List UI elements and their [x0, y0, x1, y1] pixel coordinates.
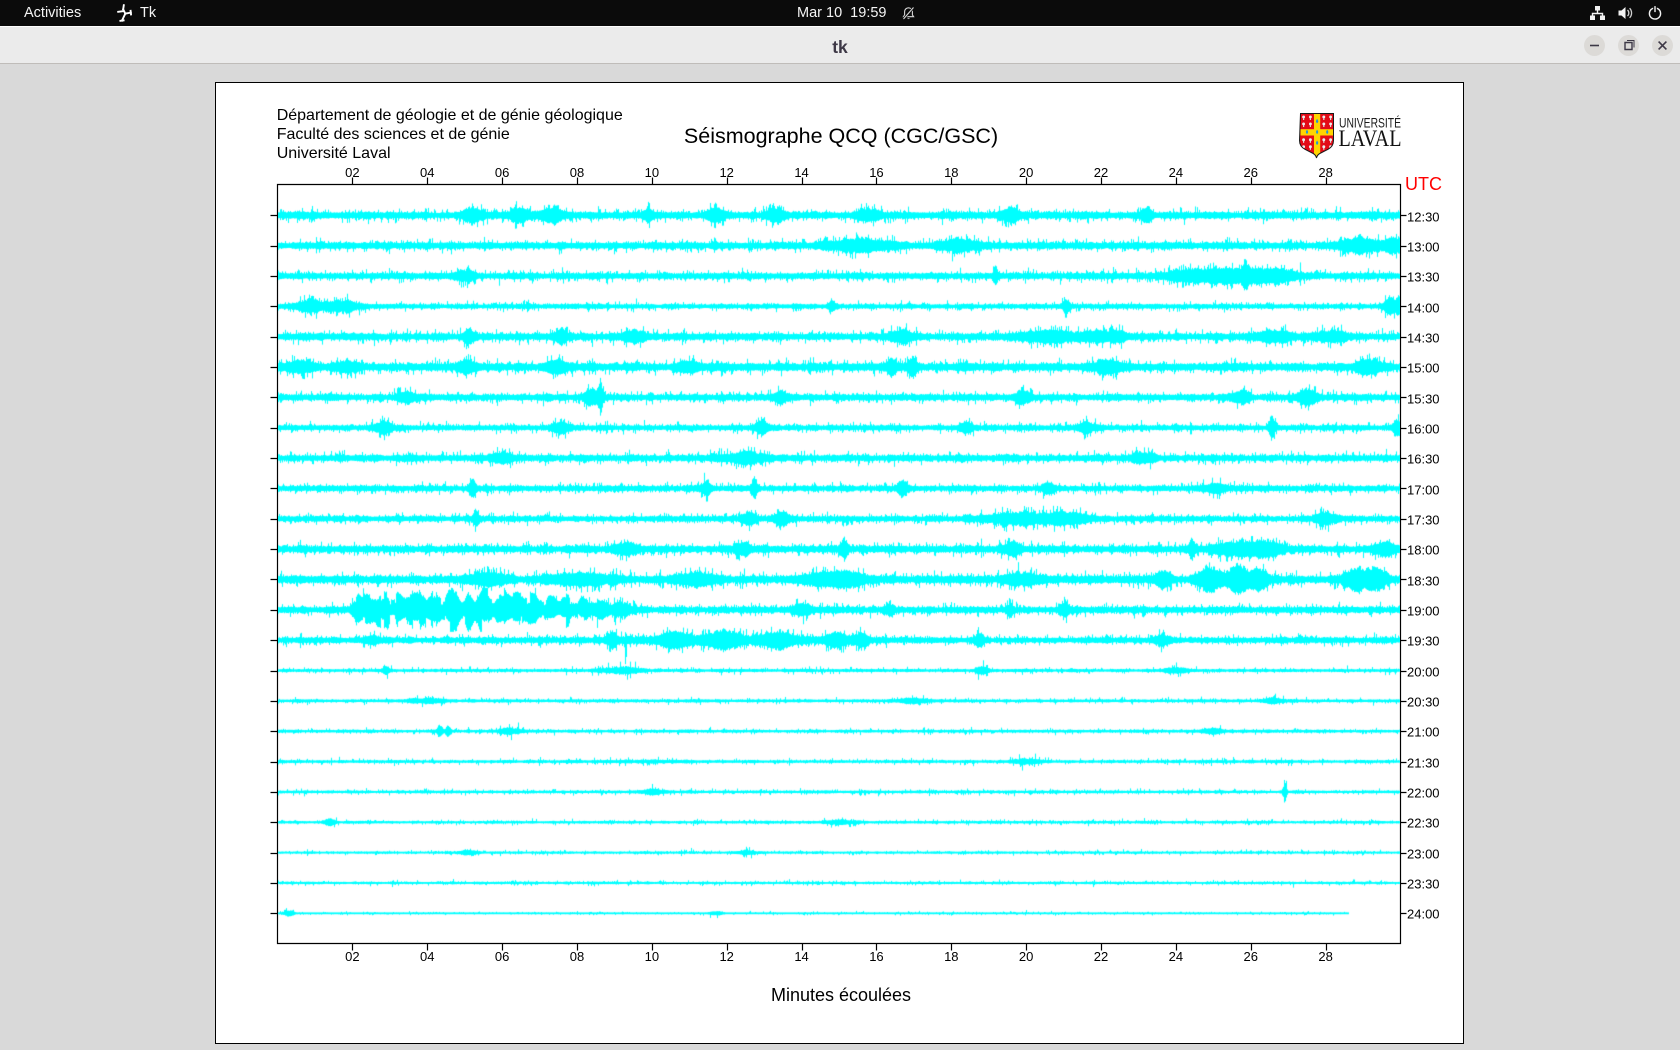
svg-text:LAVAL: LAVAL [1339, 126, 1402, 151]
